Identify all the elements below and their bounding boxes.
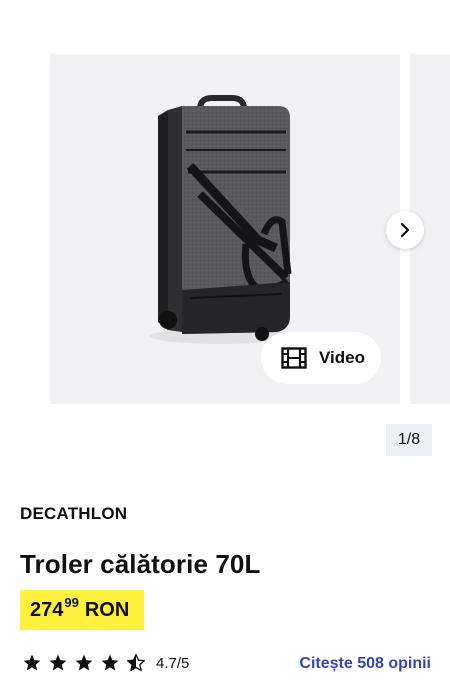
product-rating[interactable]: 4.7/5	[22, 653, 189, 673]
rating-stars	[22, 653, 146, 673]
star-full-icon	[23, 654, 41, 671]
price-decimals: 99	[64, 594, 79, 610]
next-image-button[interactable]	[386, 211, 424, 249]
star-full-icon	[101, 654, 119, 671]
chevron-right-icon	[400, 222, 410, 238]
image-pager: 1/8	[386, 424, 432, 456]
product-title: Troler călătorie 70L	[20, 549, 261, 579]
star-full-icon	[49, 654, 67, 671]
star-half-icon	[127, 654, 145, 672]
price-currency: RON	[84, 598, 130, 621]
rating-value: 4.7/5	[156, 654, 190, 672]
price-badge: 274 99 RON	[20, 590, 144, 630]
product-image-carousel[interactable]: Video	[0, 0, 450, 418]
film-icon	[281, 347, 307, 369]
price-integer: 274	[30, 598, 64, 621]
star-full-icon	[75, 654, 93, 671]
read-reviews-link[interactable]: Citește 508 opinii	[299, 655, 431, 673]
video-button-label: Video	[319, 348, 365, 367]
product-brand[interactable]: DECATHLON	[20, 504, 127, 524]
video-button[interactable]: Video	[261, 332, 381, 384]
